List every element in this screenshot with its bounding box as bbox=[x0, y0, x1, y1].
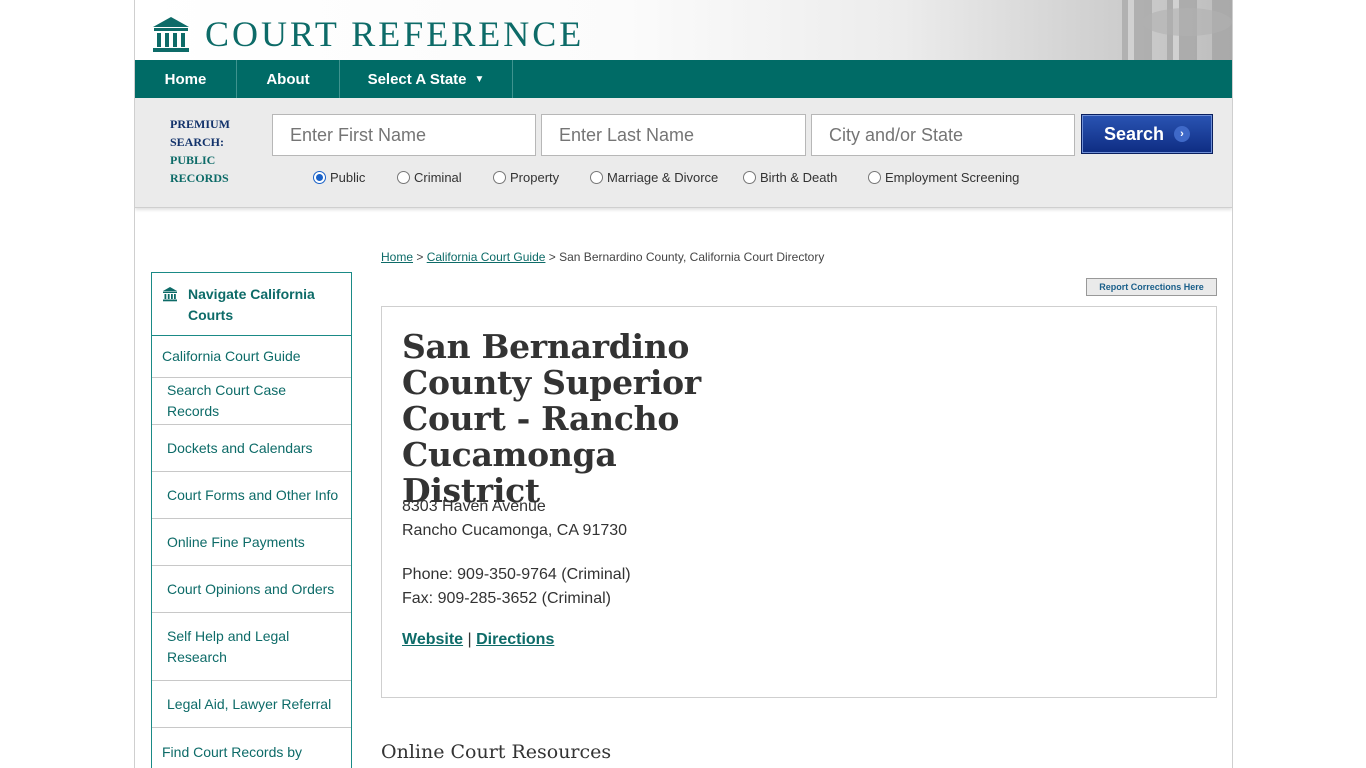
radio-public[interactable]: Public bbox=[313, 170, 397, 185]
site-header: COURT REFERENCE bbox=[135, 0, 1232, 60]
radio-employment-screening-indicator[interactable] bbox=[868, 171, 881, 184]
radio-property-indicator[interactable] bbox=[493, 171, 506, 184]
nav-home[interactable]: Home bbox=[135, 60, 237, 98]
last-name-input[interactable] bbox=[541, 114, 806, 156]
link-separator: | bbox=[463, 631, 477, 648]
court-fax: Fax: 909-285-3652 (Criminal) bbox=[402, 590, 611, 607]
premium-search-label: PREMIUM SEARCH: PUBLIC RECORDS bbox=[170, 115, 250, 187]
premium-label-line4: RECORDS bbox=[170, 171, 229, 185]
first-name-input[interactable] bbox=[272, 114, 536, 156]
radio-marriage-divorce-indicator[interactable] bbox=[590, 171, 603, 184]
breadcrumb-guide-link[interactable]: California Court Guide bbox=[427, 250, 546, 264]
breadcrumb-current: San Bernardino County, California Court … bbox=[559, 250, 825, 264]
caret-down-icon: ▼ bbox=[474, 73, 485, 85]
premium-label-line2: SEARCH: bbox=[170, 135, 225, 149]
page-container: COURT REFERENCE Home About Select A Stat… bbox=[134, 0, 1233, 768]
breadcrumb-home-link[interactable]: Home bbox=[381, 250, 413, 264]
radio-public-indicator[interactable] bbox=[313, 171, 326, 184]
report-corrections-button[interactable]: Report Corrections Here bbox=[1086, 278, 1217, 296]
sidebar-title: Navigate California Courts bbox=[188, 286, 315, 323]
radio-birth-death-label: Birth & Death bbox=[760, 170, 838, 185]
sidebar-item-california-court-guide[interactable]: California Court Guide bbox=[152, 336, 351, 378]
search-button-label: Search bbox=[1103, 123, 1165, 144]
nav-about[interactable]: About bbox=[237, 60, 340, 98]
sidebar-item-dockets-calendars[interactable]: Dockets and Calendars bbox=[152, 425, 351, 472]
main-nav: Home About Select A State ▼ bbox=[135, 60, 1232, 98]
site-logo-text: COURT REFERENCE bbox=[205, 14, 585, 54]
sidebar-item-legal-aid[interactable]: Legal Aid, Lawyer Referral bbox=[152, 681, 351, 728]
courthouse-icon bbox=[153, 17, 189, 52]
sidebar-item-online-fine-payments[interactable]: Online Fine Payments bbox=[152, 519, 351, 566]
city-state-input[interactable] bbox=[811, 114, 1075, 156]
nav-select-state-label: Select A State bbox=[367, 70, 467, 88]
radio-criminal[interactable]: Criminal bbox=[397, 170, 493, 185]
site-logo[interactable]: COURT REFERENCE bbox=[151, 14, 584, 54]
search-button[interactable]: Search › bbox=[1081, 114, 1213, 154]
radio-criminal-label: Criminal bbox=[414, 170, 462, 185]
court-phone: Phone: 909-350-9764 (Criminal) bbox=[402, 566, 631, 583]
premium-search-bar: PREMIUM SEARCH: PUBLIC RECORDS Search › … bbox=[135, 98, 1232, 208]
nav-select-state[interactable]: Select A State ▼ bbox=[340, 60, 513, 98]
radio-criminal-indicator[interactable] bbox=[397, 171, 410, 184]
sidebar-item-court-forms[interactable]: Court Forms and Other Info bbox=[152, 472, 351, 519]
sidebar-item-court-opinions[interactable]: Court Opinions and Orders bbox=[152, 566, 351, 613]
radio-public-label: Public bbox=[330, 170, 366, 185]
radio-birth-death-indicator[interactable] bbox=[743, 171, 756, 184]
address-line1: 8303 Haven Avenue bbox=[402, 498, 546, 515]
radio-property[interactable]: Property bbox=[493, 170, 590, 185]
sidebar-item-self-help[interactable]: Self Help and Legal Research bbox=[152, 613, 351, 681]
court-address: 8303 Haven Avenue Rancho Cucamonga, CA 9… bbox=[402, 495, 627, 543]
radio-property-label: Property bbox=[510, 170, 560, 185]
courthouse-columns-image bbox=[1122, 0, 1232, 60]
search-type-radio-group: Public Criminal Property Marriage & Divo… bbox=[313, 170, 1028, 185]
online-resources-heading: Online Court Resources bbox=[381, 741, 612, 763]
sidebar-nav: Navigate California Courts California Co… bbox=[151, 272, 352, 768]
radio-employment-screening-label: Employment Screening bbox=[885, 170, 1020, 185]
radio-birth-death[interactable]: Birth & Death bbox=[743, 170, 868, 185]
court-links: Website | Directions bbox=[402, 631, 554, 649]
court-name-heading: San Bernardino County Superior Court - R… bbox=[402, 327, 701, 510]
premium-label-line3: PUBLIC bbox=[170, 153, 216, 167]
sidebar-header: Navigate California Courts bbox=[152, 273, 351, 336]
chevron-right-icon: › bbox=[1174, 126, 1191, 142]
address-line2: Rancho Cucamonga, CA 91730 bbox=[402, 522, 628, 539]
breadcrumb-separator: > bbox=[545, 250, 560, 264]
court-contact: Phone: 909-350-9764 (Criminal) Fax: 909-… bbox=[402, 563, 631, 611]
sidebar-item-find-by-county[interactable]: Find Court Records by California County bbox=[152, 728, 351, 768]
court-info-card: San Bernardino County Superior Court - R… bbox=[381, 306, 1217, 698]
breadcrumb-separator: > bbox=[413, 250, 427, 264]
premium-label-line1: PREMIUM bbox=[170, 117, 230, 131]
courthouse-icon bbox=[163, 287, 177, 302]
radio-marriage-divorce[interactable]: Marriage & Divorce bbox=[590, 170, 743, 185]
sidebar-item-search-court-case-records[interactable]: Search Court Case Records bbox=[152, 378, 351, 425]
website-link[interactable]: Website bbox=[402, 631, 463, 648]
radio-marriage-divorce-label: Marriage & Divorce bbox=[607, 170, 719, 185]
directions-link[interactable]: Directions bbox=[476, 631, 554, 648]
breadcrumb: Home > California Court Guide > San Bern… bbox=[381, 250, 824, 264]
radio-employment-screening[interactable]: Employment Screening bbox=[868, 170, 1028, 185]
